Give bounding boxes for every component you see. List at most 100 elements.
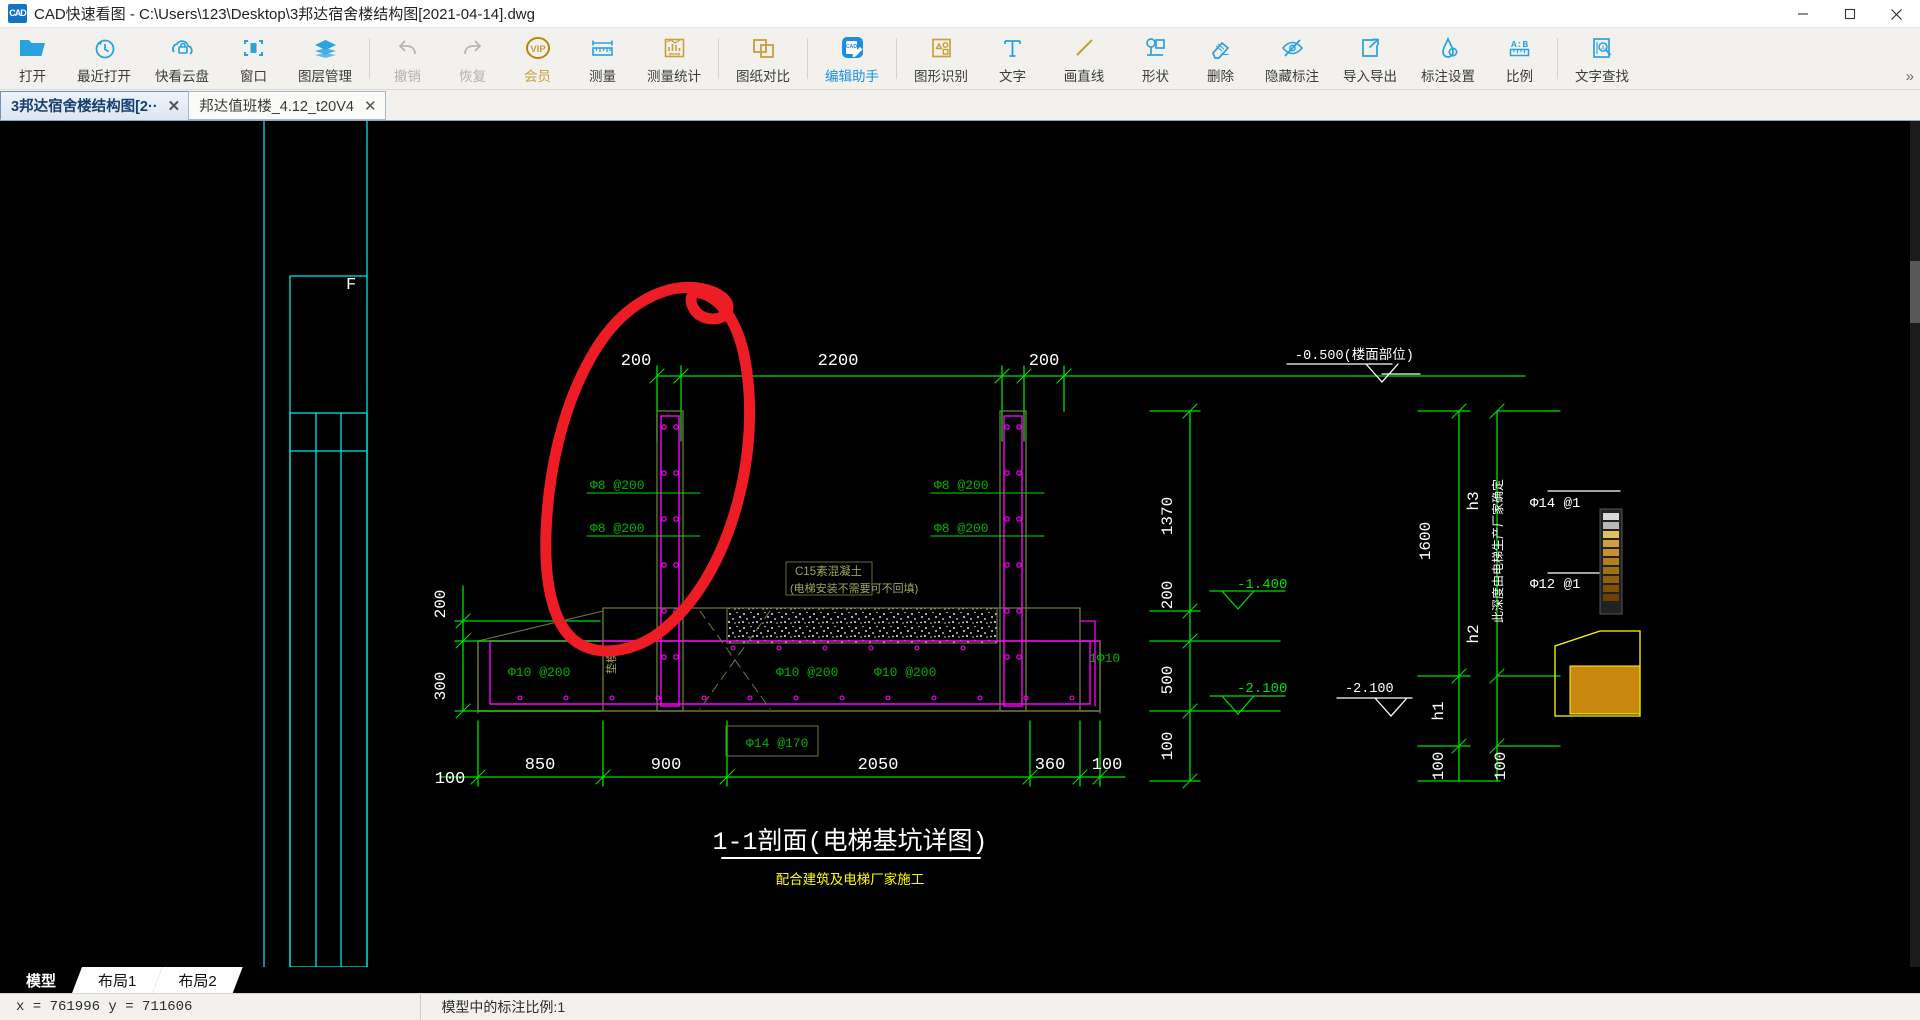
top-dimension-text: 200 2200 200: [621, 352, 1060, 371]
layout-tab-label: 模型: [26, 972, 57, 990]
elevation-mark-text: -0.500(楼面部位) -1.400 -2.100 -2.100: [1237, 347, 1414, 697]
toolbar-button-text-search[interactable]: A 文字查找: [1563, 28, 1641, 89]
toolbar-button-text[interactable]: 文字: [980, 28, 1045, 89]
maximize-icon: [1844, 8, 1855, 20]
svg-text:h1: h1: [1430, 701, 1448, 720]
toolbar-overflow-chevron-icon[interactable]: »: [1906, 68, 1914, 85]
toolbar-button-import-export[interactable]: 导入导出: [1331, 28, 1409, 89]
svg-text:500: 500: [1159, 666, 1177, 695]
layout-tab-bar: 模型 布局1 布局2: [0, 967, 1920, 993]
toolbar-divider: [718, 38, 719, 79]
toolbar-button-dimension-settings[interactable]: 标注设置: [1409, 28, 1487, 89]
toolbar-button-hide-dimension[interactable]: 隐藏标注: [1253, 28, 1331, 89]
toolbar-divider: [896, 38, 897, 79]
toolbar-label: 文字查找: [1575, 69, 1629, 84]
toolbar-button-measure-stats[interactable]: 测量统计: [635, 28, 713, 89]
drawing-title: 1-1剖面(电梯基坑详图): [712, 827, 987, 857]
svg-text:900: 900: [651, 756, 682, 775]
svg-text:2050: 2050: [858, 756, 899, 775]
toolbar-button-layers[interactable]: 图层管理: [286, 28, 364, 89]
toolbar-button-measure[interactable]: 测量: [570, 28, 635, 89]
toolbar-button-draw-line[interactable]: 画直线: [1045, 28, 1123, 89]
main-toolbar: 打开 最近打开 快看云盘 窗口 图层管理 撤销 恢复 VIP 会员 测量 测量统…: [0, 28, 1920, 90]
toolbar-label: 删除: [1207, 69, 1234, 84]
cad-drawing-svg: F 1-1剖面(电梯基坑详图) 配合建筑及电梯厂家施工 200 2200 200…: [263, 121, 1641, 967]
toolbar-button-vip[interactable]: VIP 会员: [505, 28, 570, 89]
toolbar-button-window[interactable]: 窗口: [221, 28, 286, 89]
layout-tab-model[interactable]: 模型: [0, 967, 83, 993]
layout-tab-layout2[interactable]: 布局2: [152, 967, 242, 993]
svg-text:200: 200: [1029, 352, 1060, 371]
toolbar-label: 比例: [1506, 69, 1533, 84]
cloud-lock-icon: [169, 33, 196, 63]
text-search-icon: A: [1589, 33, 1616, 63]
window-controls: [1779, 0, 1920, 28]
toolbar-button-scale[interactable]: A:B 比例: [1487, 28, 1552, 89]
foundation-slab: [477, 607, 1101, 714]
toolbar-label: 导入导出: [1343, 69, 1397, 84]
document-tab-inactive[interactable]: 邦达值班楼_4.12_t20V4 ✕: [188, 91, 386, 120]
title-bar: CAD CAD快速看图 - C:\Users\123\Desktop\3邦达宿舍…: [0, 0, 1920, 28]
eraser-icon: [1207, 33, 1234, 63]
svg-text:CAD: CAD: [845, 44, 856, 50]
shape-recognize-icon: [928, 33, 955, 63]
toolbar-button-shapes[interactable]: 形状: [1123, 28, 1188, 89]
toolbar-button-redo[interactable]: 恢复: [440, 28, 505, 89]
maximize-button[interactable]: [1826, 0, 1873, 28]
toolbar-label: 撤销: [394, 69, 421, 84]
svg-text:h2: h2: [1465, 624, 1483, 643]
layers-icon: [312, 33, 339, 63]
minimize-button[interactable]: [1779, 0, 1826, 28]
right-wall-section: [999, 410, 1027, 712]
svg-text:100: 100: [1159, 732, 1177, 761]
svg-text:200: 200: [621, 352, 652, 371]
close-icon[interactable]: ✕: [168, 97, 181, 115]
svg-text:A:B: A:B: [1511, 39, 1528, 50]
hide-dimension-icon: [1279, 33, 1306, 63]
svg-text:-2.100: -2.100: [1237, 681, 1287, 697]
scrollbar-thumb[interactable]: [1910, 261, 1920, 323]
svg-text:Φ14 @170: Φ14 @170: [746, 736, 808, 751]
toolbar-button-recent[interactable]: 最近打开: [65, 28, 143, 89]
toolbar-button-edit-assist[interactable]: CAD 编辑助手: [813, 28, 891, 89]
grid-lines: [263, 121, 368, 967]
svg-text:Φ8 @200: Φ8 @200: [934, 521, 989, 536]
left-vertical-dimension: [454, 585, 601, 719]
document-tab-label: 3邦达宿舍楼结构图[2··: [11, 99, 158, 115]
toolbar-label: 隐藏标注: [1265, 69, 1319, 84]
toolbar-button-undo[interactable]: 撤销: [375, 28, 440, 89]
svg-text:200: 200: [1159, 581, 1177, 610]
toolbar-label: 图形识别: [914, 69, 968, 84]
canvas-scrollbar[interactable]: [1910, 121, 1920, 967]
toolbar-label: 恢复: [459, 69, 486, 84]
svg-text:850: 850: [525, 756, 556, 775]
document-tab-active[interactable]: 3邦达宿舍楼结构图[2·· ✕: [0, 91, 190, 120]
cad-drawing-canvas[interactable]: F 1-1剖面(电梯基坑详图) 配合建筑及电梯厂家施工 200 2200 200…: [0, 121, 1920, 967]
elevation-triangle-marks: [1286, 363, 1421, 717]
svg-text:2200: 2200: [818, 352, 859, 371]
svg-text:100: 100: [1092, 756, 1123, 775]
toolbar-button-shape-recognize[interactable]: 图形识别: [902, 28, 980, 89]
svg-text:1Φ10: 1Φ10: [1089, 651, 1120, 666]
toolbar-button-delete[interactable]: 删除: [1188, 28, 1253, 89]
toolbar-label: 打开: [19, 69, 46, 84]
close-icon[interactable]: ✕: [364, 97, 377, 115]
layout-tab-layout1[interactable]: 布局1: [72, 967, 162, 993]
svg-text:300: 300: [432, 672, 450, 701]
app-logo-icon: CAD: [8, 4, 27, 23]
svg-text:360: 360: [1035, 756, 1066, 775]
toolbar-label: 测量统计: [647, 69, 701, 84]
svg-text:200: 200: [432, 590, 450, 619]
toolbar-button-compare[interactable]: 图纸对比: [724, 28, 802, 89]
cad-edit-assist-icon: CAD: [838, 33, 867, 63]
minimize-icon: [1797, 13, 1808, 15]
toolbar-button-open[interactable]: 打开: [0, 28, 65, 89]
vip-badge-icon: VIP: [523, 33, 553, 63]
red-markup-annotation: [540, 281, 756, 657]
toolbar-label: 编辑助手: [825, 69, 879, 84]
toolbar-button-cloud[interactable]: 快看云盘: [143, 28, 221, 89]
close-button[interactable]: [1873, 0, 1920, 28]
window-title: CAD快速看图 - C:\Users\123\Desktop\3邦达宿舍楼结构图…: [34, 6, 535, 23]
svg-text:A: A: [1601, 45, 1605, 51]
redo-arrow-icon: [459, 33, 486, 63]
